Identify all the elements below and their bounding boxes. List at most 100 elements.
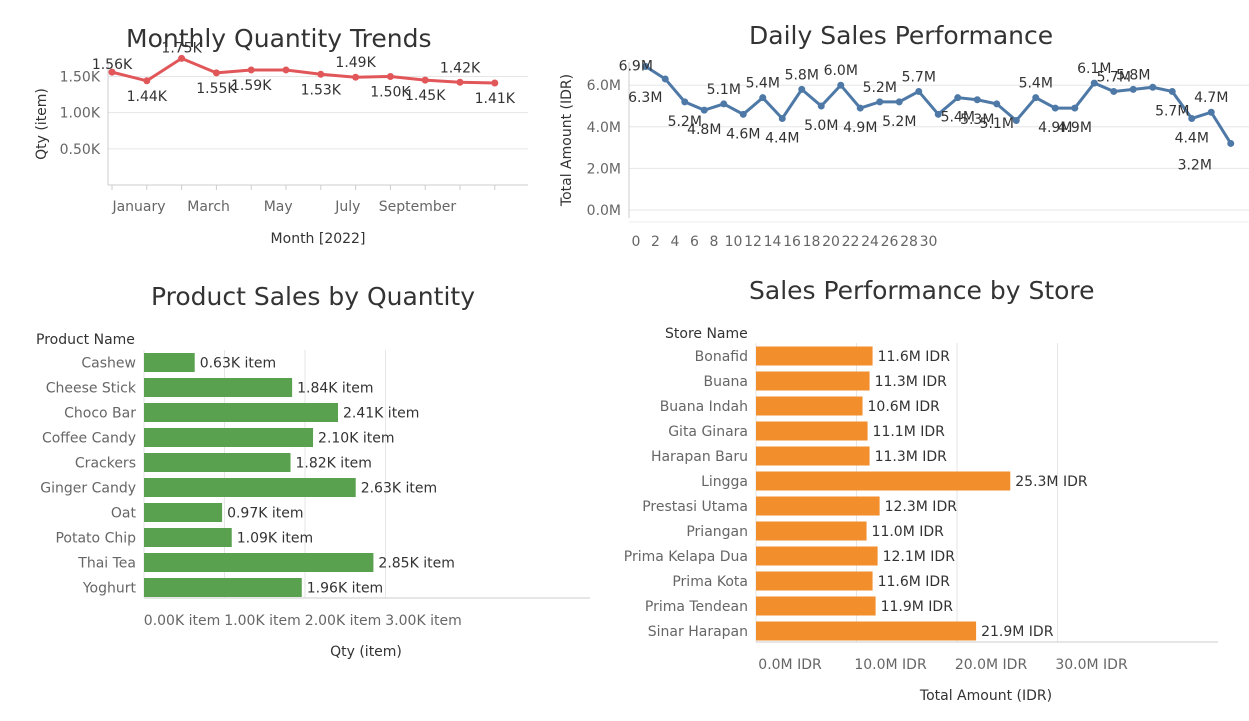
monthly-x-tick: September <box>379 199 457 215</box>
product-bar <box>144 428 314 447</box>
daily-x-tick: 12 <box>744 234 762 250</box>
store-bar <box>756 421 868 441</box>
store-bar <box>756 396 863 416</box>
daily-x-tick: 0 <box>632 234 641 250</box>
monthly-x-label: Month [2022] <box>271 231 366 247</box>
daily-point <box>817 102 825 110</box>
store-data-label: 10.6M IDR <box>868 399 941 415</box>
daily-data-label: 5.2M <box>882 114 916 130</box>
monthly-data-label: 1.56K <box>92 57 133 73</box>
daily-point <box>1227 139 1235 147</box>
product-category-label: Ginger Candy <box>40 481 136 497</box>
store-bar <box>756 571 873 591</box>
product-x-tick: 2.00K item <box>305 613 381 629</box>
daily-y-tick: 0.0M <box>587 203 621 219</box>
store-category-label: Prestasi Utama <box>642 499 748 515</box>
daily-point <box>681 98 689 106</box>
store-data-label: 11.6M IDR <box>878 574 951 590</box>
store-data-label: 11.9M IDR <box>881 599 954 615</box>
monthly-quantity-chart: 0.50K1.00K1.50KJanuary March May July Septem… <box>34 40 528 247</box>
store-bar <box>756 546 878 566</box>
store-x-tick: 0.0M IDR <box>758 657 822 673</box>
product-x-tick: 3.00K item <box>385 613 461 629</box>
monthly-data-label: 1.59K <box>231 78 272 94</box>
product-category-label: Oat <box>111 506 137 522</box>
daily-data-label: 5.8M <box>785 67 819 83</box>
product-x-tick: 0.00K item <box>144 613 220 629</box>
daily-data-label: 4.9M <box>843 120 877 136</box>
daily-data-label: 4.4M <box>1175 130 1209 146</box>
daily-x-tick: 22 <box>842 234 860 250</box>
product-data-label: 1.82K item <box>296 456 372 472</box>
product-bar <box>144 353 195 372</box>
product-bar <box>144 378 293 397</box>
product-category-label: Yoghurt <box>82 581 137 597</box>
product-bar <box>144 528 232 547</box>
daily-x-tick: 28 <box>900 234 918 250</box>
product-category-label: Coffee Candy <box>42 431 136 447</box>
daily-data-label: 6.9M <box>619 58 653 74</box>
product-bar <box>144 478 356 497</box>
product-chart-title: Product Sales by Quantity <box>151 282 475 311</box>
daily-point <box>778 114 786 122</box>
daily-point <box>1129 85 1137 93</box>
daily-x-tick: 18 <box>803 234 821 250</box>
daily-point <box>993 100 1001 108</box>
product-category-label: Choco Bar <box>64 406 136 422</box>
store-category-label: Prima Kota <box>672 574 748 590</box>
store-data-label: 12.3M IDR <box>885 499 958 515</box>
daily-y-label: Total Amount (IDR) <box>559 74 575 207</box>
monthly-data-label: 1.75K <box>161 40 202 56</box>
store-data-label: 25.3M IDR <box>1015 474 1088 490</box>
daily-point <box>837 81 845 89</box>
store-category-label: Priangan <box>686 524 748 540</box>
daily-data-label: 4.7M <box>1194 90 1228 106</box>
daily-point <box>1168 87 1176 95</box>
daily-data-label: 5.7M <box>902 69 936 85</box>
store-chart-title: Sales Performance by Store <box>749 276 1095 305</box>
daily-point <box>856 104 864 112</box>
store-x-tick: 30.0M IDR <box>1055 657 1128 673</box>
daily-point <box>915 87 923 95</box>
daily-x-tick: 14 <box>764 234 782 250</box>
daily-point <box>1149 83 1157 91</box>
store-bar <box>756 371 870 391</box>
store-data-label: 11.0M IDR <box>872 524 945 540</box>
product-category-label: Crackers <box>75 456 136 472</box>
daily-x-tick: 4 <box>671 234 680 250</box>
store-bar <box>756 596 876 616</box>
store-category-label: Lingga <box>701 474 748 490</box>
store-category-label: Bonafid <box>695 349 748 365</box>
store-data-label: 12.1M IDR <box>883 549 956 565</box>
store-x-tick: 20.0M IDR <box>955 657 1028 673</box>
daily-point <box>1110 87 1118 95</box>
daily-x-tick: 6 <box>690 234 699 250</box>
store-bar <box>756 621 977 641</box>
monthly-point <box>491 79 499 87</box>
daily-x-tick: 26 <box>881 234 899 250</box>
daily-point <box>759 94 767 102</box>
store-data-label: 11.3M IDR <box>875 374 948 390</box>
daily-data-label: 4.9M <box>1058 120 1092 136</box>
daily-point <box>1071 104 1079 112</box>
store-data-label: 11.6M IDR <box>878 349 951 365</box>
daily-point <box>895 98 903 106</box>
monthly-data-label: 1.44K <box>127 89 168 105</box>
daily-point <box>661 75 669 83</box>
store-category-label: Gita Ginara <box>668 424 748 440</box>
store-category-label: Buana Indah <box>660 399 748 415</box>
daily-data-label: 5.1M <box>707 82 741 98</box>
daily-point <box>1207 108 1215 116</box>
monthly-point <box>456 78 464 86</box>
monthly-point <box>247 66 255 74</box>
daily-data-label: 4.8M <box>687 122 721 138</box>
monthly-y-tick: 1.00K <box>60 106 101 122</box>
daily-data-label: 5.7M <box>1155 103 1189 119</box>
store-category-label: Prima Tendean <box>645 599 748 615</box>
monthly-x-tick: January <box>111 199 165 215</box>
store-bar <box>756 496 880 516</box>
monthly-data-label: 1.53K <box>301 82 342 98</box>
product-bar <box>144 578 302 597</box>
daily-data-label: 6.0M <box>824 63 858 79</box>
daily-point <box>739 110 747 118</box>
